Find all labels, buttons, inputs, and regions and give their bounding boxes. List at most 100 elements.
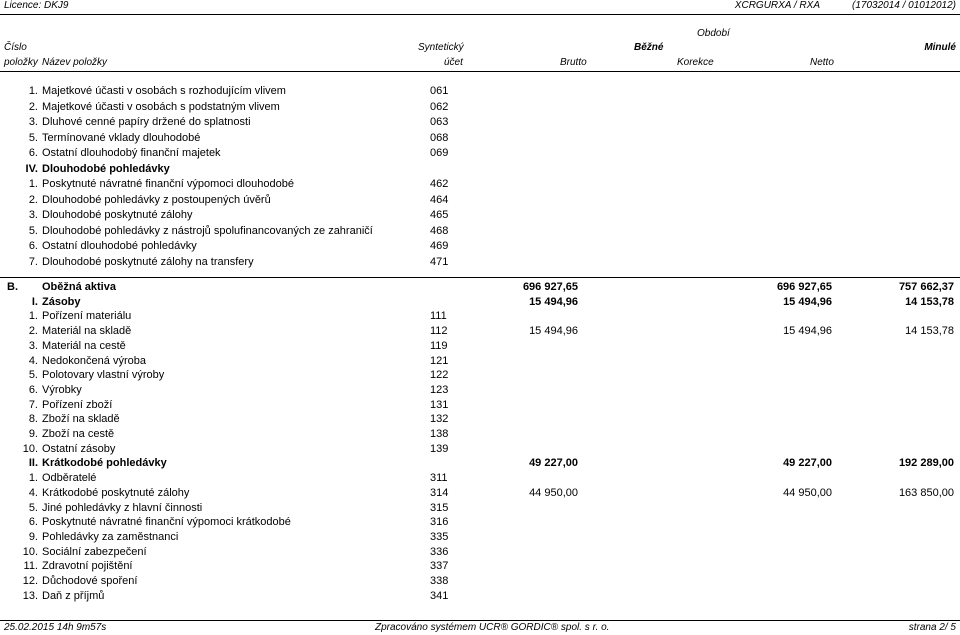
row-number: 5. <box>28 369 38 382</box>
table-row: 5. Polotovary vlastní výroby 122 <box>0 368 960 382</box>
table-row: 6. Výrobky 123 <box>0 383 960 397</box>
table-row: 2. Materiál na skladě 112 15 494,96 15 494,9… <box>0 324 960 338</box>
row-number: B. <box>7 281 18 293</box>
row-number: 1. <box>28 178 38 190</box>
row-name: Termínované vklady dlouhodobé <box>42 131 201 144</box>
row-number: 10. <box>22 442 38 455</box>
row-name: Pořízení materiálu <box>42 310 132 323</box>
col-header-nazev: Název položky <box>42 57 108 68</box>
row-value-netto: 49 227,00 <box>783 457 832 470</box>
row-number: 12. <box>22 575 38 587</box>
table-row: 10. Sociální zabezpečení 336 <box>0 545 960 559</box>
row-name: Dluhové cenné papíry držené do splatnost… <box>42 116 251 128</box>
row-account: 315 <box>430 501 449 514</box>
row-name: Polotovary vlastní výroby <box>42 369 165 382</box>
row-name: Dlouhodobé poskytnuté zálohy na transfer… <box>42 255 254 268</box>
row-name: Krátkodobé pohledávky <box>42 457 167 470</box>
row-name: Krátkodobé poskytnuté zálohy <box>42 486 190 499</box>
row-number: 2. <box>28 100 38 113</box>
divider <box>0 620 960 621</box>
table-row: 9. Pohledávky za zaměstnanci 335 <box>0 530 960 544</box>
row-number: 3. <box>28 209 38 221</box>
row-number: 6. <box>28 147 38 159</box>
row-value-minule: 757 662,37 <box>898 281 954 293</box>
row-name: Sociální zabezpečení <box>42 545 147 558</box>
table-row: 7. Pořízení zboží 131 <box>0 398 960 412</box>
table-row: 1. Poskytnuté návratné finanční výpomoci … <box>0 177 960 191</box>
row-account: 316 <box>430 516 449 529</box>
row-account: 464 <box>430 193 449 206</box>
table-row: 1. Odběratelé 311 <box>0 471 960 485</box>
row-account: 111 <box>430 310 447 323</box>
row-number: 8. <box>28 413 38 426</box>
row-value-brutto: 49 227,00 <box>529 457 578 470</box>
table-row: 4. Nedokončená výroba 121 <box>0 354 960 368</box>
row-account: 335 <box>430 530 449 543</box>
row-name: Ostatní zásoby <box>42 442 116 455</box>
row-value-brutto: 44 950,00 <box>529 486 578 499</box>
row-number: 7. <box>28 255 38 268</box>
row-account: 139 <box>430 442 449 455</box>
table-row: 9. Zboží na cestě 138 <box>0 427 960 441</box>
table-row: 5. Jiné pohledávky z hlavní činnosti 315 <box>0 501 960 515</box>
row-name: Ostatní dlouhodobý finanční majetek <box>42 147 221 159</box>
divider <box>0 14 960 15</box>
divider <box>0 277 960 278</box>
footer-timestamp: 25.02.2015 14h 9m57s <box>4 622 107 633</box>
row-account: 336 <box>430 545 449 558</box>
row-number: 1. <box>28 310 38 323</box>
row-account: 132 <box>430 413 449 426</box>
report-id: XCRGURXA / RXA <box>734 0 820 11</box>
row-value-netto: 15 494,96 <box>783 295 832 308</box>
table-row: 7. Dlouhodobé poskytnuté zálohy na transf… <box>0 255 960 269</box>
row-number: 11. <box>23 560 38 573</box>
table-row: 5. Dlouhodobé pohledávky z nástrojů spolu… <box>0 224 960 238</box>
row-number: IV. <box>25 162 38 175</box>
row-name: Pořízení zboží <box>42 398 113 411</box>
row-number: I. <box>31 295 38 308</box>
row-number: 5. <box>28 224 38 237</box>
table-row: 3. Dluhové cenné papíry držené do splatno… <box>0 115 960 129</box>
row-name: Dlouhodobé pohledávky z nástrojů spolufi… <box>42 224 373 237</box>
row-account: 112 <box>430 325 448 338</box>
row-name: Materiál na skladě <box>42 325 132 338</box>
row-account: 063 <box>430 116 449 128</box>
row-name: Zboží na skladě <box>42 413 120 426</box>
row-value-minule: 14 153,78 <box>905 325 954 338</box>
row-value-minule: 14 153,78 <box>905 295 954 308</box>
col-header-polozky: položky <box>4 57 38 68</box>
row-value-netto: 696 927,65 <box>776 281 832 293</box>
table-row: 8. Zboží na skladě 132 <box>0 412 960 426</box>
row-number: 13. <box>22 589 38 602</box>
row-account: 138 <box>430 428 449 440</box>
row-number: 2. <box>28 325 38 338</box>
row-account: 121 <box>430 354 449 367</box>
table-row: 4. Krátkodobé poskytnuté zálohy 314 44 950,… <box>0 486 960 500</box>
row-name: Zdravotní pojištění <box>42 560 133 573</box>
table-row: 11. Zdravotní pojištění 337 <box>0 559 960 573</box>
row-value-netto: 15 494,96 <box>783 325 832 338</box>
table-row: 1. Majetkové účasti v osobách s rozhodují… <box>0 84 960 98</box>
row-account: 341 <box>430 589 449 602</box>
row-name: Dlouhodobé pohledávky z postoupených úvě… <box>42 193 271 206</box>
row-name: Zboží na cestě <box>42 428 115 440</box>
row-number: 1. <box>28 472 38 485</box>
row-name: Nedokončená výroba <box>42 354 146 367</box>
row-account: 314 <box>430 486 449 499</box>
row-number: 7. <box>28 398 38 411</box>
row-name: Zásoby <box>42 295 81 308</box>
row-name: Odběratelé <box>42 472 97 485</box>
row-number: 10. <box>22 545 38 558</box>
row-name: Oběžná aktiva <box>42 281 116 293</box>
row-account: 465 <box>430 209 449 221</box>
row-value-netto: 44 950,00 <box>783 486 832 499</box>
table-row: 1. Pořízení materiálu 111 <box>0 309 960 323</box>
row-number: 5. <box>28 131 38 144</box>
row-account: 122 <box>430 369 449 382</box>
row-account: 123 <box>430 383 449 396</box>
col-header-korekce: Korekce <box>677 57 714 68</box>
row-number: 1. <box>28 85 38 97</box>
row-number: 3. <box>28 339 38 352</box>
row-name: Poskytnuté návratné finanční výpomoci kr… <box>42 516 291 529</box>
row-name: Majetkové účasti v osobách s rozhodující… <box>42 85 286 97</box>
